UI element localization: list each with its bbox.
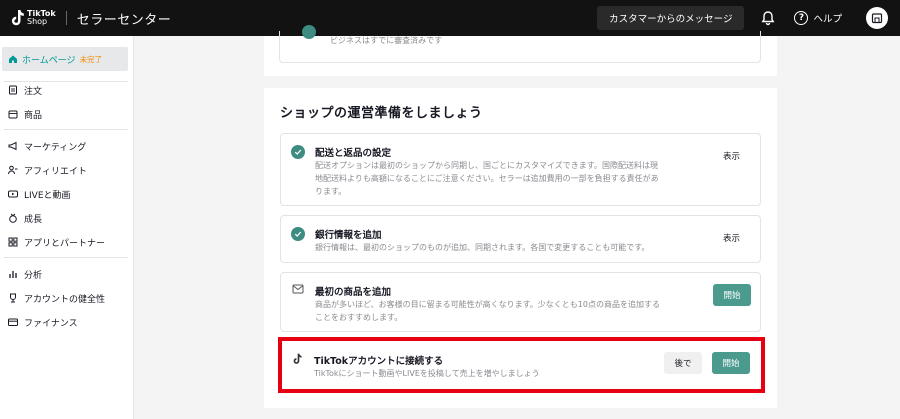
verification-row: ビジネスはすでに審査済みです — [279, 25, 761, 63]
verification-text: ビジネスはすでに審査済みです — [330, 36, 443, 45]
sidebar-item-label: 商品 — [24, 110, 43, 121]
highlight-box — [278, 337, 765, 393]
sidebar-item-label: 成長 — [24, 214, 43, 225]
home-icon — [9, 55, 17, 63]
order-icon — [8, 85, 18, 95]
mail-icon — [292, 284, 304, 294]
logo-text-shop: Shop — [27, 17, 48, 26]
start-button[interactable]: 開始 — [713, 284, 751, 306]
sidebar: ホームページ 未完了 注文 商品 マーケティング アフィリエイト LIVEと動画… — [0, 36, 134, 419]
sidebar-item-label: アプリとパートナー — [24, 238, 106, 249]
sidebar-divider — [4, 257, 128, 258]
sidebar-item-affiliate[interactable]: アフィリエイト — [0, 161, 128, 179]
task-bank-info[interactable]: 銀行情報を追加 銀行情報は、最初のショップのものが追加、同期されます。各国で変更… — [280, 215, 761, 263]
sidebar-item-apps-partners[interactable]: アプリとパートナー — [0, 233, 128, 251]
sidebar-item-label: 注文 — [24, 86, 43, 97]
sidebar-item-label: マーケティング — [24, 142, 87, 153]
growth-icon — [8, 213, 18, 223]
finance-icon — [8, 317, 18, 327]
affiliate-icon — [8, 165, 18, 175]
task-description-line: ことをおすすめします。 — [315, 313, 403, 322]
incomplete-badge: 未完了 — [79, 54, 103, 64]
app-title: セラーセンター — [76, 12, 172, 28]
tiktok-logo-icon — [11, 10, 24, 26]
task-title: 最初の商品を追加 — [315, 287, 392, 298]
task-description: 配送オプションは最初のショップから同期し、国ごとにカスタマイズできます。国際配送… — [315, 159, 659, 198]
task-description-line: 地配送料よりも高額になることにご注意ください。セラーは追加費用の一部を負担する責… — [315, 174, 659, 183]
sidebar-item-growth[interactable]: 成長 — [0, 209, 128, 227]
analytics-icon — [8, 269, 18, 279]
sidebar-home-label: ホームページ — [22, 55, 76, 66]
help-link[interactable]: ? ヘルプ — [794, 11, 842, 25]
logo-divider — [65, 11, 67, 25]
sidebar-item-products[interactable]: 商品 — [0, 105, 128, 123]
tiktok-shop-logo[interactable]: TikTok Shop — [10, 9, 56, 27]
task-title: 配送と返品の設定 — [315, 148, 392, 159]
sidebar-item-label: アフィリエイト — [24, 166, 87, 177]
sidebar-item-account-health[interactable]: アカウントの健全性 — [0, 289, 128, 307]
task-description: 商品が多いほど、お客様の目に留まる可能性が高くなります。少なくとも10点の商品を… — [315, 298, 660, 324]
task-description-line: 配送オプションは最初のショップから同期し、国ごとにカスタマイズできます。国際配送… — [315, 161, 658, 170]
task-shipping-returns[interactable]: 配送と返品の設定 配送オプションは最初のショップから同期し、国ごとにカスタマイズ… — [280, 133, 761, 206]
product-icon — [8, 109, 18, 119]
task-description: 銀行情報は、最初のショップのものが追加、同期されます。各国で変更することも可能で… — [315, 243, 650, 252]
check-circle-icon — [291, 227, 305, 241]
store-icon — [871, 13, 883, 24]
sidebar-item-marketing[interactable]: マーケティング — [0, 137, 128, 155]
shop-avatar-icon[interactable] — [866, 7, 888, 29]
help-label: ヘルプ — [813, 14, 842, 25]
sidebar-item-orders[interactable]: 注文 — [0, 81, 128, 99]
sidebar-item-finance[interactable]: ファイナンス — [0, 313, 128, 331]
show-button[interactable]: 表示 — [723, 150, 740, 162]
bell-icon[interactable] — [760, 10, 776, 26]
help-icon: ? — [794, 11, 809, 25]
task-description-line: ります。 — [315, 187, 347, 196]
section-title: ショップの運営準備をしましょう — [280, 106, 483, 121]
sidebar-item-label: ファイナンス — [24, 318, 78, 329]
sidebar-divider — [4, 129, 128, 130]
live-icon — [8, 189, 18, 199]
apps-icon — [8, 237, 18, 247]
sidebar-item-analytics[interactable]: 分析 — [0, 265, 128, 283]
sidebar-item-home[interactable]: ホームページ 未完了 — [2, 47, 128, 71]
check-circle-icon — [291, 145, 305, 159]
megaphone-icon — [8, 141, 18, 151]
task-title: 銀行情報を追加 — [315, 230, 382, 241]
task-description-line: 商品が多いほど、お客様の目に留まる可能性が高くなります。少なくとも10点の商品を… — [315, 300, 660, 309]
sidebar-item-label: アカウントの健全性 — [24, 294, 106, 305]
sidebar-item-label: 分析 — [24, 270, 43, 281]
show-button[interactable]: 表示 — [723, 232, 740, 244]
sidebar-item-live-video[interactable]: LIVEと動画 — [0, 185, 128, 203]
check-circle-icon — [302, 25, 316, 39]
customer-messages-button[interactable]: カスタマーからのメッセージ — [597, 6, 745, 30]
sidebar-item-label: LIVEと動画 — [24, 190, 71, 201]
verification-card: ビジネスはすでに審査済みです — [264, 25, 777, 76]
task-first-product[interactable]: 最初の商品を追加 商品が多いほど、お客様の目に留まる可能性が高くなります。少なく… — [280, 272, 761, 332]
trophy-icon — [8, 293, 18, 303]
